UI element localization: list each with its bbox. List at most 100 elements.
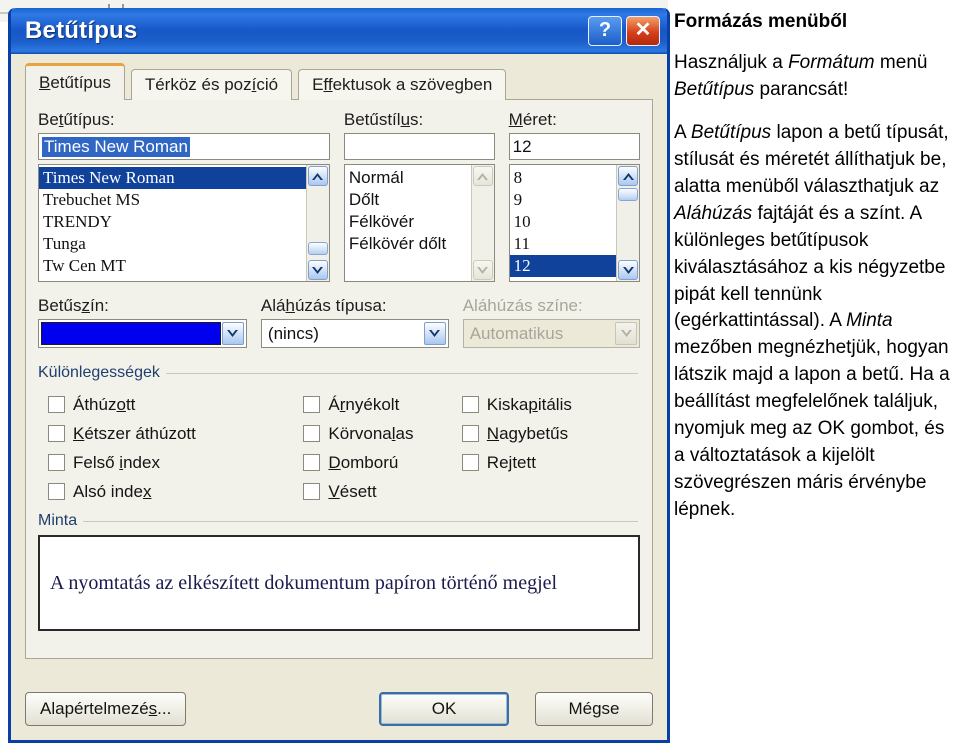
list-item[interactable]: 8 <box>510 167 616 189</box>
checkbox-label: Vésett <box>328 481 377 501</box>
dialog-title: Betűtípus <box>25 17 138 44</box>
effects-checkbox-grid: Áthúzott Kétszer áthúzott Felső index Al… <box>38 382 640 506</box>
scroll-down-icon[interactable] <box>618 260 638 280</box>
list-item[interactable]: 10 <box>510 211 616 233</box>
preview-group-title: Minta <box>38 512 84 530</box>
font-style-label: Betűstílus: <box>343 110 424 129</box>
underline-style-label: Aláhúzás típusa: <box>260 296 387 315</box>
checkbox-icon[interactable] <box>461 396 479 413</box>
scroll-down-icon[interactable] <box>472 260 493 280</box>
checkbox-icon[interactable] <box>303 425 321 442</box>
list-item[interactable]: 9 <box>510 189 616 211</box>
font-family-input[interactable]: Times New Roman <box>38 133 330 160</box>
font-family-group: Betűtípus: Times New Roman Times New Rom… <box>38 110 330 282</box>
font-dialog: Betűtípus ? ✕ Betűtípus Térköz és pozíci… <box>8 8 670 743</box>
checkbox-kiskapitalis[interactable]: Kiskapitális <box>461 390 640 419</box>
underline-color-group: Aláhúzás színe: Automatikus <box>462 296 640 348</box>
checkbox-icon[interactable] <box>461 454 479 471</box>
font-style-input[interactable] <box>343 133 495 160</box>
scroll-thumb[interactable] <box>307 242 328 255</box>
font-style-group: Betűstílus: Normál Dőlt Félkövér Félkövé… <box>343 110 495 282</box>
cancel-button[interactable]: Mégse <box>535 692 653 726</box>
tab-bar: Betűtípus Térköz és pozíció Effektusok a… <box>25 63 653 100</box>
notes-paragraph-2: A Betűtípus lapon a betű típusát, stílus… <box>674 121 950 521</box>
tab-betutipus[interactable]: Betűtípus <box>25 63 125 100</box>
checkbox-arnyekolt[interactable]: Árnyékolt <box>303 390 461 419</box>
notes-panel: Formázás menüből Használjuk a Formátum m… <box>674 0 960 749</box>
scroll-down-icon[interactable] <box>307 260 328 280</box>
checkbox-icon[interactable] <box>48 396 65 413</box>
checkbox-vesett[interactable]: Vésett <box>303 477 461 506</box>
checkbox-icon[interactable] <box>48 454 65 471</box>
tab-panel-betutipus: Betűtípus: Times New Roman Times New Rom… <box>25 99 653 659</box>
checkbox-athuzott[interactable]: Áthúzott <box>48 390 303 419</box>
checkbox-ketszer-athuzott[interactable]: Kétszer áthúzott <box>48 419 303 448</box>
list-item[interactable]: Félkövér dőlt <box>345 233 471 255</box>
checkbox-label: Áthúzott <box>73 394 136 414</box>
font-size-group: Méret: 12 8 9 10 11 12 <box>508 110 640 282</box>
defaults-button[interactable]: Alapértelmezé s... <box>25 692 187 726</box>
font-family-scrollbar[interactable] <box>305 165 329 281</box>
checkbox-icon[interactable] <box>303 483 321 500</box>
close-button[interactable]: ✕ <box>626 16 660 46</box>
checkbox-icon[interactable] <box>48 483 65 500</box>
font-family-listbox[interactable]: Times New Roman Trebuchet MS TRENDY Tung… <box>38 164 330 282</box>
list-item[interactable]: Dőlt <box>345 189 471 211</box>
list-item[interactable]: Félkövér <box>345 211 471 233</box>
scroll-up-icon[interactable] <box>618 166 638 186</box>
chevron-down-icon[interactable] <box>221 322 244 345</box>
tab-effektusok[interactable]: Effektusok a szövegben <box>298 69 507 100</box>
scroll-thumb[interactable] <box>618 188 638 201</box>
effects-group: Különlegességek Áthúzott Kétszer áthúzot… <box>38 364 640 506</box>
checkbox-also-index[interactable]: Alsó index <box>48 477 303 506</box>
chevron-down-icon[interactable] <box>423 322 446 345</box>
list-item[interactable]: Times New Roman <box>39 167 306 189</box>
chevron-down-icon <box>615 322 637 345</box>
checkbox-dombor[interactable]: Domború <box>303 448 461 477</box>
scroll-up-icon[interactable] <box>307 166 328 186</box>
preview-group: Minta A nyomtatás az elkészített dokumen… <box>38 512 640 631</box>
list-item[interactable]: Tw Cen MT <box>39 255 306 277</box>
checkbox-icon[interactable] <box>303 396 321 413</box>
font-color-group: Betűszín: <box>38 296 247 348</box>
font-size-label: Méret: <box>508 110 557 129</box>
list-item[interactable]: TRENDY <box>39 211 306 233</box>
checkbox-rejtett[interactable]: Rejtett <box>461 448 640 477</box>
notes-heading: Formázás menüből <box>674 11 848 32</box>
checkbox-icon[interactable] <box>461 425 479 442</box>
checkbox-korvonalas[interactable]: Körvonalas <box>303 419 461 448</box>
checkbox-icon[interactable] <box>303 454 321 471</box>
font-size-listbox[interactable]: 8 9 10 11 12 <box>508 164 640 282</box>
dialog-titlebar[interactable]: Betűtípus ? ✕ <box>11 8 667 54</box>
close-icon: ✕ <box>634 19 652 41</box>
list-item[interactable]: Tunga <box>39 233 306 255</box>
underline-color-combo: Automatikus <box>462 319 640 348</box>
checkbox-label: Rejtett <box>486 452 536 472</box>
underline-style-combo[interactable]: (nincs) <box>260 319 449 348</box>
checkbox-label: Domború <box>328 452 399 472</box>
font-style-scrollbar[interactable] <box>470 165 494 281</box>
scroll-up-icon[interactable] <box>472 166 493 186</box>
font-style-listbox[interactable]: Normál Dőlt Félkövér Félkövér dőlt <box>343 164 495 282</box>
underline-color-label: Aláhúzás színe: <box>462 296 583 315</box>
checkbox-icon[interactable] <box>48 425 65 442</box>
font-size-input[interactable]: 12 <box>508 133 640 160</box>
checkbox-label: Nagybetűs <box>486 423 569 443</box>
effects-group-title: Különlegességek <box>38 364 166 382</box>
list-item[interactable]: 11 <box>510 233 616 255</box>
list-item[interactable]: Normál <box>345 167 471 189</box>
checkbox-felso-index[interactable]: Felső index <box>48 448 303 477</box>
help-button[interactable]: ? <box>588 16 622 46</box>
font-size-value: 12 <box>512 136 532 156</box>
tab-terkoz-es-pozicio[interactable]: Térköz és pozíció <box>130 69 293 100</box>
list-item[interactable]: Trebuchet MS <box>39 189 306 211</box>
dialog-body: Betűtípus Térköz és pozíció Effektusok a… <box>11 54 667 740</box>
font-color-combo[interactable] <box>38 319 247 348</box>
checkbox-nagybetus[interactable]: Nagybetűs <box>461 419 640 448</box>
list-item[interactable]: 12 <box>509 255 616 277</box>
ok-button[interactable]: OK <box>379 692 509 726</box>
font-selectors-row: Betűtípus: Times New Roman Times New Rom… <box>38 110 640 282</box>
effects-column-2: Árnyékolt Körvonalas Domború Vésett <box>303 390 461 506</box>
font-size-scrollbar[interactable] <box>616 165 639 281</box>
font-family-value: Times New Roman <box>42 136 190 157</box>
